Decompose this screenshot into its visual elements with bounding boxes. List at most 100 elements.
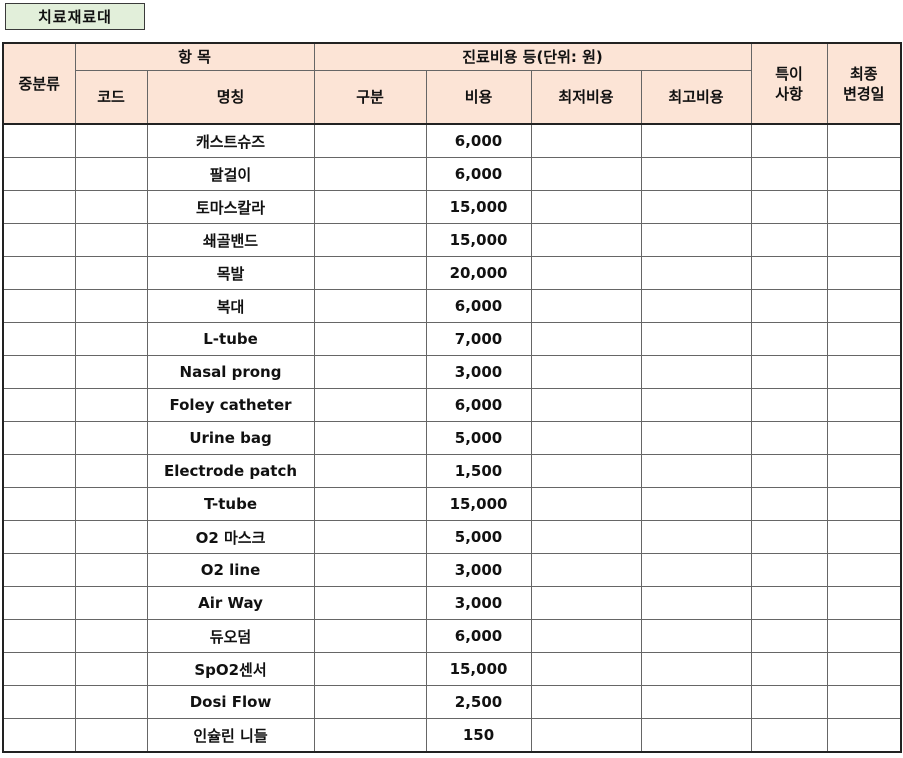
fee-table-body: 캐스트슈즈 6,000 팔걸이 6,000 토마스칼라 15,000 쇄골밴드 15,000 목… — [2, 123, 902, 753]
max-cost-cell — [640, 157, 752, 191]
table-row: Electrode patch 1,500 — [2, 454, 902, 488]
min-cost-cell — [530, 123, 642, 158]
note-cell — [750, 520, 828, 554]
min-cost-cell — [530, 157, 642, 191]
category-cell — [2, 652, 76, 686]
min-cost-cell — [530, 256, 642, 290]
code-cell — [74, 586, 148, 620]
code-cell — [74, 123, 148, 158]
division-cell — [313, 520, 427, 554]
category-cell — [2, 157, 76, 191]
min-cost-cell — [530, 223, 642, 257]
last-changed-cell — [826, 190, 902, 224]
table-row: 팔걸이 6,000 — [2, 157, 902, 191]
category-cell — [2, 421, 76, 455]
min-cost-cell — [530, 619, 642, 653]
category-cell — [2, 223, 76, 257]
item-name-cell: L-tube — [146, 322, 315, 356]
table-row: O2 line 3,000 — [2, 553, 902, 587]
max-cost-cell — [640, 322, 752, 356]
category-cell — [2, 520, 76, 554]
last-changed-cell — [826, 256, 902, 290]
last-changed-cell — [826, 322, 902, 356]
last-changed-cell — [826, 553, 902, 587]
max-cost-cell — [640, 388, 752, 422]
division-cell — [313, 586, 427, 620]
code-cell — [74, 157, 148, 191]
cost-cell: 15,000 — [425, 652, 532, 686]
cost-cell: 3,000 — [425, 553, 532, 587]
table-row: 토마스칼라 15,000 — [2, 190, 902, 224]
note-cell — [750, 619, 828, 653]
code-cell — [74, 322, 148, 356]
cost-cell: 6,000 — [425, 123, 532, 158]
max-cost-cell — [640, 685, 752, 719]
item-name-cell: Nasal prong — [146, 355, 315, 389]
cost-cell: 7,000 — [425, 322, 532, 356]
note-cell — [750, 123, 828, 158]
last-changed-cell — [826, 123, 902, 158]
division-cell — [313, 190, 427, 224]
last-changed-cell — [826, 520, 902, 554]
min-cost-cell — [530, 652, 642, 686]
item-name-cell: Dosi Flow — [146, 685, 315, 719]
cost-cell: 3,000 — [425, 586, 532, 620]
note-cell — [750, 652, 828, 686]
min-cost-cell — [530, 421, 642, 455]
category-cell — [2, 256, 76, 290]
category-cell — [2, 388, 76, 422]
cost-cell: 20,000 — [425, 256, 532, 290]
cost-cell: 6,000 — [425, 289, 532, 323]
header-row-group: 중분류 항 목 진료비용 등(단위: 원) 특이 사항 최종 변경일 — [2, 42, 902, 125]
table-row: Nasal prong 3,000 — [2, 355, 902, 389]
code-cell — [74, 619, 148, 653]
item-name-cell: 인슐린 니들 — [146, 718, 315, 753]
item-name-cell: O2 line — [146, 553, 315, 587]
cost-cell: 2,500 — [425, 685, 532, 719]
last-changed-cell — [826, 619, 902, 653]
category-cell — [2, 289, 76, 323]
cost-cell: 6,000 — [425, 619, 532, 653]
code-cell — [74, 520, 148, 554]
note-cell — [750, 421, 828, 455]
note-cell — [750, 190, 828, 224]
note-cell — [750, 685, 828, 719]
code-cell — [74, 421, 148, 455]
header-item-group: 항 목 — [74, 42, 315, 71]
division-cell — [313, 223, 427, 257]
cost-cell: 1,500 — [425, 454, 532, 488]
min-cost-cell — [530, 355, 642, 389]
last-changed-cell — [826, 421, 902, 455]
division-cell — [313, 289, 427, 323]
code-cell — [74, 289, 148, 323]
table-row: 인슐린 니들 150 — [2, 718, 902, 753]
cost-cell: 15,000 — [425, 223, 532, 257]
last-changed-cell — [826, 454, 902, 488]
max-cost-cell — [640, 355, 752, 389]
item-name-cell: Foley catheter — [146, 388, 315, 422]
max-cost-cell — [640, 520, 752, 554]
min-cost-cell — [530, 586, 642, 620]
table-row: T-tube 15,000 — [2, 487, 902, 521]
division-cell — [313, 123, 427, 158]
table-row: Air Way 3,000 — [2, 586, 902, 620]
cost-cell: 15,000 — [425, 487, 532, 521]
division-cell — [313, 619, 427, 653]
max-cost-cell — [640, 487, 752, 521]
table-row: 복대 6,000 — [2, 289, 902, 323]
division-cell — [313, 685, 427, 719]
division-cell — [313, 322, 427, 356]
note-cell — [750, 487, 828, 521]
item-name-cell: 쇄골밴드 — [146, 223, 315, 257]
max-cost-cell — [640, 553, 752, 587]
division-cell — [313, 388, 427, 422]
item-name-cell: 팔걸이 — [146, 157, 315, 191]
category-cell — [2, 718, 76, 753]
cost-cell: 5,000 — [425, 421, 532, 455]
category-cell — [2, 553, 76, 587]
item-name-cell: Urine bag — [146, 421, 315, 455]
item-name-cell: SpO2센서 — [146, 652, 315, 686]
cost-cell: 6,000 — [425, 388, 532, 422]
min-cost-cell — [530, 520, 642, 554]
table-row: 쇄골밴드 15,000 — [2, 223, 902, 257]
